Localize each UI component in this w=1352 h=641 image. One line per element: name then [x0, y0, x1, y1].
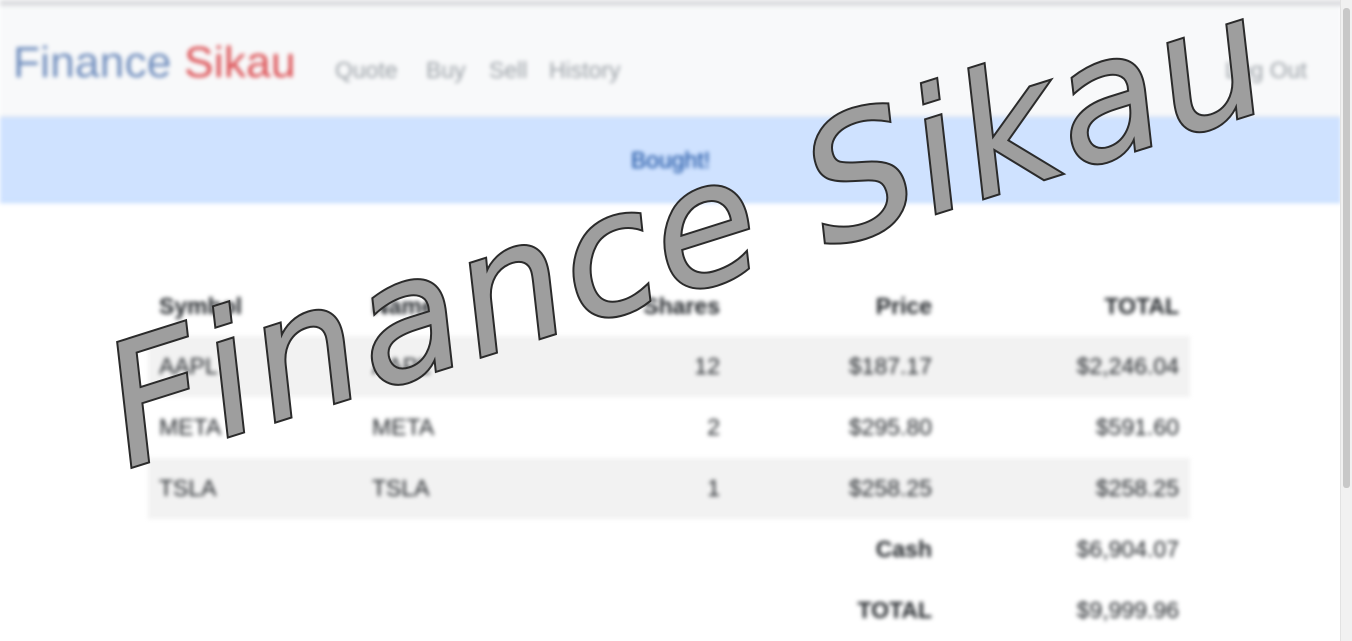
brand-part-sikau: Sikau — [184, 38, 296, 87]
nav-link-history[interactable]: History — [549, 56, 621, 84]
nav-link-buy[interactable]: Buy — [426, 56, 466, 84]
cell-name: AAPL — [372, 353, 431, 379]
brand-part-finance: Finance — [13, 38, 172, 87]
cell-total: $591.60 — [1095, 414, 1179, 440]
brand-logo[interactable]: Finance Sikau — [13, 36, 296, 90]
flash-alert: Bought! — [0, 117, 1341, 203]
table-row: AAPL AAPL 12 $187.17 $2,246.04 — [148, 336, 1190, 397]
cell-price: $258.25 — [848, 475, 932, 501]
table-header-row: Symbol Name Shares Price TOTAL — [148, 276, 1190, 336]
nav-link-logout[interactable]: Log Out — [1225, 56, 1307, 84]
grand-total-row: TOTAL $9,999.96 — [148, 580, 1190, 641]
header-shares: Shares — [643, 293, 720, 319]
cash-label: Cash — [875, 536, 932, 562]
portfolio-table: Symbol Name Shares Price TOTAL AAPL AAPL… — [148, 276, 1190, 641]
cell-symbol: AAPL — [159, 353, 218, 379]
table-row: TSLA TSLA 1 $258.25 $258.25 — [148, 458, 1190, 519]
header-symbol: Symbol — [159, 293, 243, 319]
cash-row: Cash $6,904.07 — [148, 519, 1190, 580]
cell-shares: 1 — [707, 475, 720, 501]
grand-total-value: $9,999.96 — [1076, 597, 1179, 623]
cell-name: META — [372, 414, 435, 440]
cell-total: $258.25 — [1095, 475, 1179, 501]
cell-total: $2,246.04 — [1076, 353, 1179, 379]
cash-value: $6,904.07 — [1076, 536, 1179, 562]
navbar: Finance Sikau Quote Buy Sell History Log… — [0, 6, 1341, 117]
cell-symbol: META — [159, 414, 222, 440]
cell-symbol: TSLA — [159, 475, 217, 501]
grand-total-label: TOTAL — [857, 597, 932, 623]
table-row: META META 2 $295.80 $591.60 — [148, 397, 1190, 458]
cell-name: TSLA — [372, 475, 430, 501]
nav-link-quote[interactable]: Quote — [335, 56, 398, 84]
vertical-scrollbar[interactable] — [1340, 0, 1352, 641]
scrollbar-thumb[interactable] — [1343, 8, 1350, 488]
cell-price: $295.80 — [848, 414, 932, 440]
cell-shares: 12 — [694, 353, 720, 379]
header-name: Name — [372, 293, 435, 319]
header-total: TOTAL — [1104, 293, 1179, 319]
app-viewport: Finance Sikau Quote Buy Sell History Log… — [0, 0, 1352, 641]
cell-shares: 2 — [707, 414, 720, 440]
flash-alert-message: Bought! — [630, 147, 711, 173]
nav-link-sell[interactable]: Sell — [489, 56, 527, 84]
blurred-page: Finance Sikau Quote Buy Sell History Log… — [0, 0, 1352, 641]
cell-price: $187.17 — [848, 353, 932, 379]
header-price: Price — [875, 293, 932, 319]
